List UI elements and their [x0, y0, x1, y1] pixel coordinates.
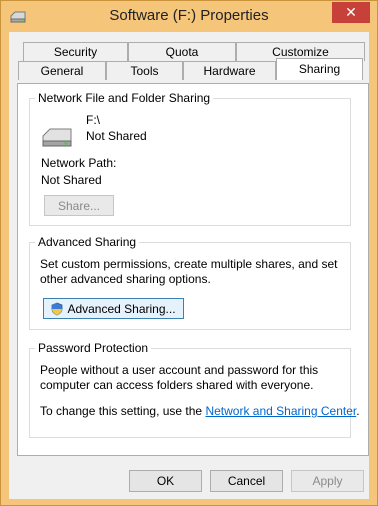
password-protection-description: People without a user account and passwo…: [40, 363, 319, 392]
password-protection-title: Password Protection: [35, 341, 152, 355]
cancel-button[interactable]: Cancel: [210, 470, 283, 492]
tab-hardware[interactable]: Hardware: [183, 61, 276, 80]
sharing-tab-panel: Network File and Folder Sharing F:\ Not …: [17, 83, 369, 456]
tab-general[interactable]: General: [18, 61, 106, 80]
network-path-label: Network Path:: [41, 156, 117, 170]
share-button[interactable]: Share...: [44, 195, 114, 216]
advanced-sharing-group: Advanced Sharing Set custom permissions,…: [29, 235, 351, 330]
ok-button[interactable]: OK: [129, 470, 202, 492]
apply-button[interactable]: Apply: [291, 470, 364, 492]
tab-sharing[interactable]: Sharing: [276, 58, 363, 80]
drive-label: F:\: [86, 113, 100, 127]
window-title: Software (F:) Properties: [109, 7, 269, 24]
password-protection-change-text: To change this setting, use the Network …: [40, 404, 360, 418]
change-setting-prefix: To change this setting, use the: [40, 404, 206, 418]
advanced-sharing-button[interactable]: Advanced Sharing...: [43, 298, 184, 319]
drive-icon: [42, 128, 72, 147]
close-button[interactable]: ✕: [332, 2, 370, 23]
advanced-sharing-description: Set custom permissions, create multiple …: [40, 257, 338, 286]
properties-window: Software (F:) Properties ✕ Security Quot…: [0, 0, 378, 506]
change-setting-suffix: .: [356, 404, 360, 418]
advanced-sharing-title: Advanced Sharing: [35, 235, 140, 249]
network-path-value: Not Shared: [41, 173, 102, 187]
drive-share-status: Not Shared: [86, 129, 147, 143]
title-bar[interactable]: Software (F:) Properties ✕: [1, 1, 377, 32]
tab-tools[interactable]: Tools: [106, 61, 183, 80]
advanced-sharing-button-label: Advanced Sharing...: [67, 301, 176, 316]
close-icon: ✕: [345, 4, 357, 20]
network-sharing-group: Network File and Folder Sharing F:\ Not …: [29, 91, 351, 226]
tab-security[interactable]: Security: [23, 42, 128, 61]
password-protection-group: Password Protection People without a use…: [29, 341, 360, 438]
tab-quota[interactable]: Quota: [128, 42, 236, 61]
network-sharing-center-link[interactable]: Network and Sharing Center: [205, 404, 356, 418]
network-sharing-title: Network File and Folder Sharing: [35, 91, 214, 105]
uac-shield-icon: [52, 302, 63, 315]
